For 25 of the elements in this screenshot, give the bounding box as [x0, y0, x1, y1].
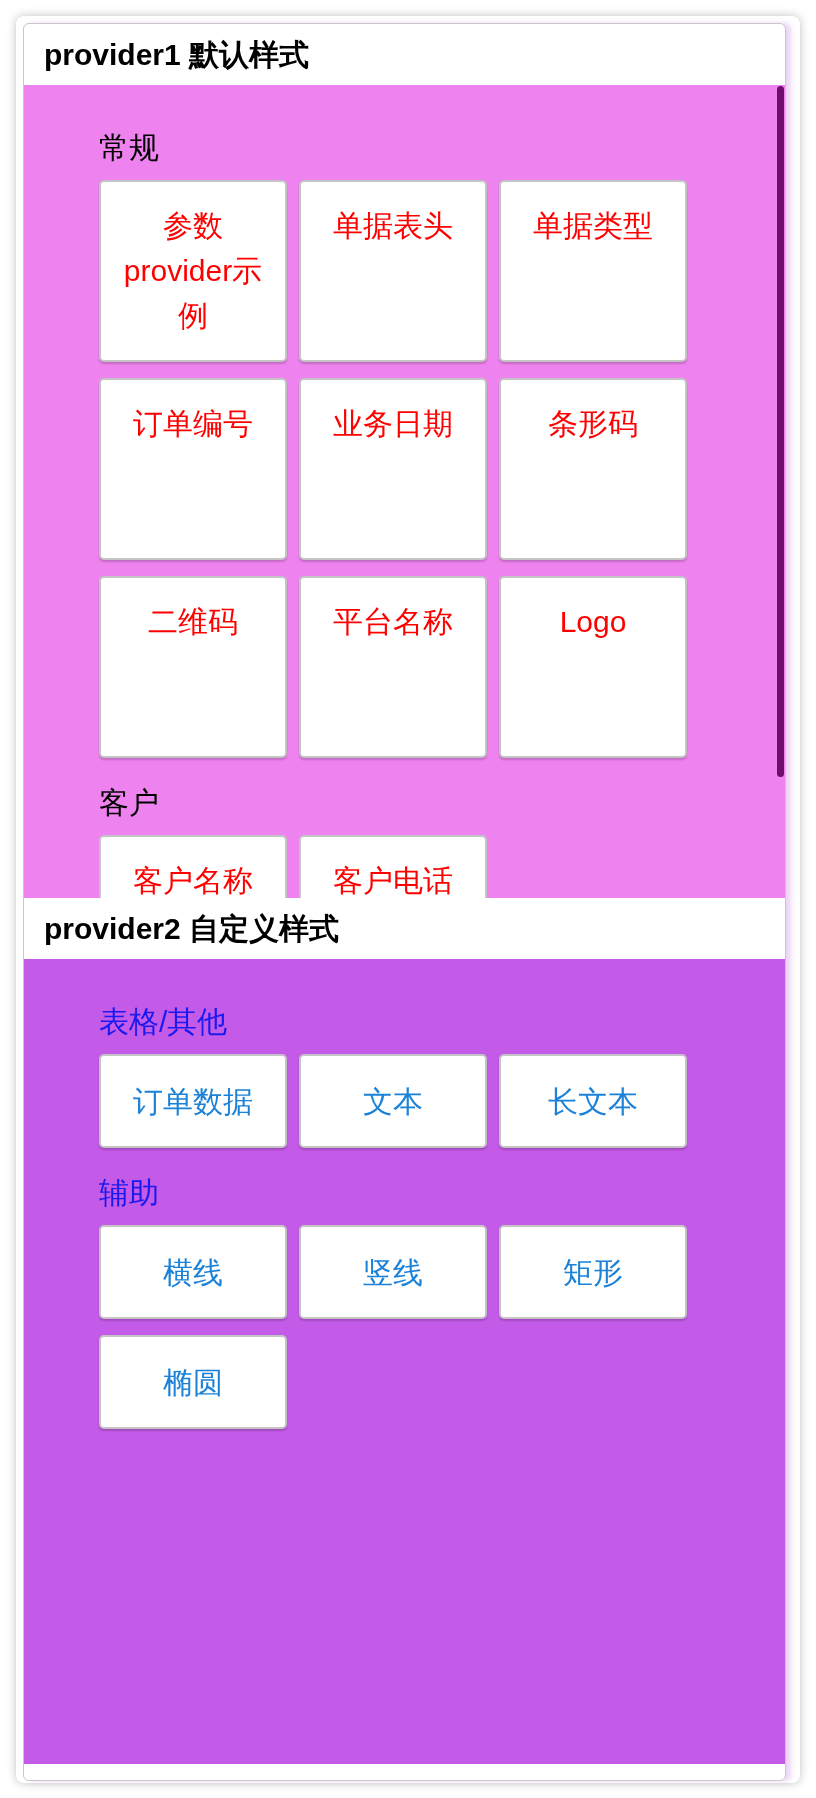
widget-button[interactable]: 条形码	[499, 378, 687, 560]
group-label: 常规	[99, 130, 159, 166]
widget-button[interactable]: 横线	[99, 1225, 287, 1319]
widget-button[interactable]: 业务日期	[299, 378, 487, 560]
widget-button[interactable]: 椭圆	[99, 1335, 287, 1429]
widget-button[interactable]: 参数provider示例	[99, 180, 287, 362]
widget-button[interactable]: Logo	[499, 576, 687, 758]
widget-button[interactable]: 二维码	[99, 576, 287, 758]
widget-button[interactable]: 竖线	[299, 1225, 487, 1319]
panel-title: provider1 默认样式	[44, 36, 310, 73]
widget-button[interactable]: 订单编号	[99, 378, 287, 560]
group-label: 客户	[99, 785, 159, 821]
group-label: 辅助	[99, 1175, 159, 1211]
widget-button[interactable]: 平台名称	[299, 576, 487, 758]
widget-button[interactable]: 长文本	[499, 1054, 687, 1148]
widget-button[interactable]: 文本	[299, 1054, 487, 1148]
widget-button[interactable]: 单据表头	[299, 180, 487, 362]
widget-button[interactable]: 矩形	[499, 1225, 687, 1319]
widget-button[interactable]: 客户电话	[299, 835, 487, 898]
widget-button[interactable]: 订单数据	[99, 1054, 287, 1148]
scrollbar-thumb[interactable]	[777, 86, 784, 777]
group-label: 表格/其他	[99, 1004, 228, 1040]
widget-button[interactable]: 客户名称	[99, 835, 287, 898]
widget-button[interactable]: 单据类型	[499, 180, 687, 362]
panel-title: provider2 自定义样式	[44, 910, 340, 947]
